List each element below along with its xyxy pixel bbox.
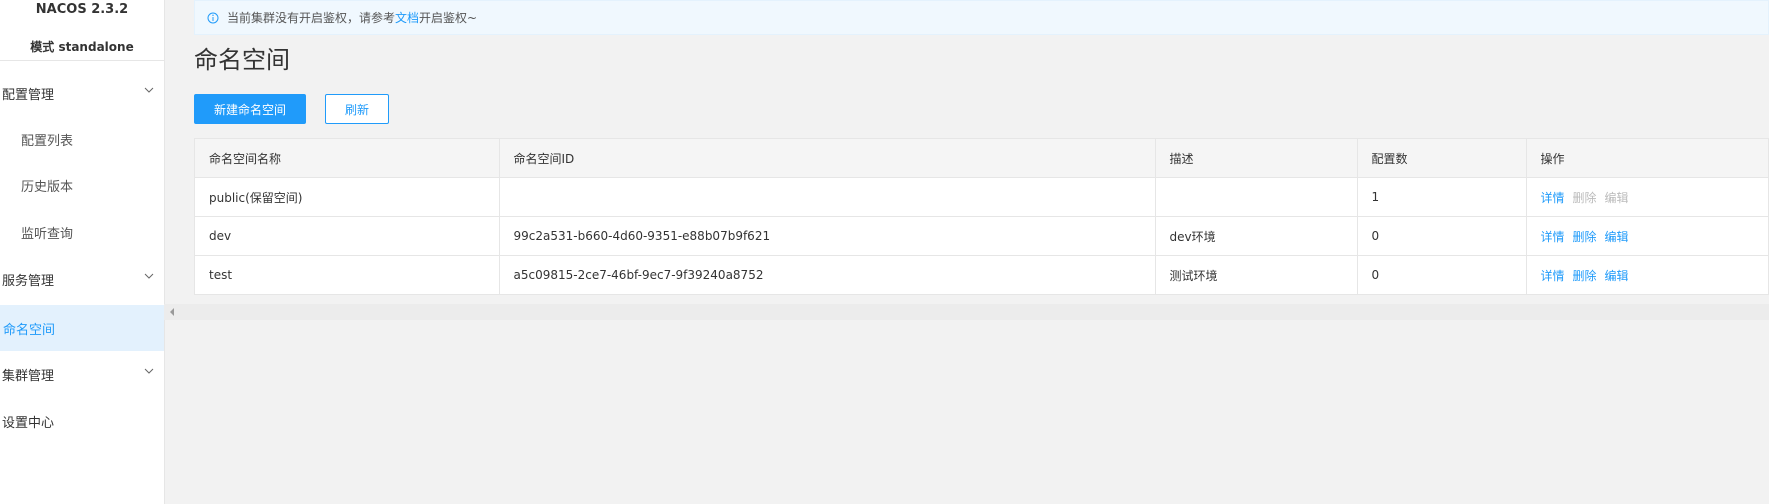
- scroll-left-arrow-icon[interactable]: [170, 308, 174, 316]
- cell-config-count: 0: [1357, 216, 1527, 256]
- cell-namespace-id: a5c09815-2ce7-46bf-9ec7-9f39240a8752: [499, 255, 1156, 294]
- menu-history[interactable]: 历史版本: [0, 162, 164, 208]
- menu-config-management[interactable]: 配置管理: [0, 70, 164, 116]
- edit-link[interactable]: 编辑: [1605, 230, 1629, 244]
- refresh-button[interactable]: 刷新: [325, 94, 389, 124]
- cell-namespace-id: 99c2a531-b660-4d60-9351-e88b07b9f621: [499, 216, 1156, 256]
- cell-operations: 详情 删除 编辑: [1526, 255, 1769, 294]
- menu-config-management-label: 配置管理: [2, 87, 55, 103]
- horizontal-scrollbar[interactable]: [164, 304, 1769, 320]
- header-namespace-name: 命名空间名称: [195, 139, 500, 178]
- menu-listen-query-label: 监听查询: [21, 226, 74, 242]
- cell-config-count: 0: [1357, 255, 1527, 294]
- menu-settings[interactable]: 设置中心: [0, 398, 164, 444]
- delete-link[interactable]: 删除: [1573, 230, 1597, 244]
- table-header-row: 命名空间名称 命名空间ID 描述 配置数 操作: [195, 139, 1769, 178]
- edit-link[interactable]: 编辑: [1605, 269, 1629, 283]
- cell-description: dev环境: [1155, 216, 1358, 256]
- menu-namespace[interactable]: 命名空间: [0, 305, 164, 351]
- menu-config-list[interactable]: 配置列表: [0, 116, 164, 162]
- cell-namespace-id: [499, 177, 1156, 217]
- menu-listen-query[interactable]: 监听查询: [0, 209, 164, 255]
- page-title: 命名空间: [194, 46, 290, 74]
- menu-namespace-label: 命名空间: [3, 322, 56, 338]
- detail-link[interactable]: 详情: [1541, 191, 1565, 205]
- cell-description: [1155, 177, 1358, 217]
- alert-text-before: 当前集群没有开启鉴权，请参考: [227, 11, 396, 25]
- delete-link-disabled: 删除: [1572, 190, 1597, 205]
- alert-text-after: 开启鉴权~: [419, 11, 478, 25]
- menu-service-management[interactable]: 服务管理: [0, 256, 164, 302]
- cell-namespace-name: test: [195, 255, 500, 294]
- cell-namespace-name: dev: [195, 216, 500, 256]
- cell-operations: 详情 删除 编辑: [1526, 177, 1769, 217]
- cell-operations: 详情 删除 编辑: [1526, 216, 1769, 256]
- chevron-down-icon: [144, 87, 154, 93]
- new-namespace-button[interactable]: 新建命名空间: [194, 94, 306, 124]
- table-row: dev 99c2a531-b660-4d60-9351-e88b07b9f621…: [195, 216, 1769, 256]
- menu-config-list-label: 配置列表: [21, 133, 74, 149]
- header-namespace-id: 命名空间ID: [499, 139, 1156, 178]
- menu-cluster-management-label: 集群管理: [2, 368, 55, 384]
- info-icon: [207, 12, 219, 23]
- sidebar: NACOS 2.3.2 模式 standalone 配置管理 配置列表 历史版本…: [0, 0, 165, 504]
- header-description: 描述: [1155, 139, 1358, 178]
- namespace-table: 命名空间名称 命名空间ID 描述 配置数 操作 public(保留空间) 1 详…: [194, 138, 1769, 295]
- detail-link[interactable]: 详情: [1541, 230, 1565, 244]
- menu-service-management-label: 服务管理: [2, 273, 55, 289]
- menu-settings-label: 设置中心: [2, 415, 55, 431]
- menu-cluster-management[interactable]: 集群管理: [0, 351, 164, 397]
- cell-namespace-name: public(保留空间): [195, 177, 500, 217]
- detail-link[interactable]: 详情: [1541, 269, 1565, 283]
- alert-doc-link[interactable]: 文档: [395, 9, 419, 26]
- table-row: test a5c09815-2ce7-46bf-9ec7-9f39240a875…: [195, 255, 1769, 294]
- cell-config-count: 1: [1357, 177, 1527, 217]
- header-config-count: 配置数: [1357, 139, 1527, 178]
- auth-alert: 当前集群没有开启鉴权，请参考 文档 开启鉴权~: [194, 0, 1769, 35]
- delete-link[interactable]: 删除: [1573, 269, 1597, 283]
- menu-history-label: 历史版本: [21, 179, 74, 195]
- chevron-down-icon: [144, 273, 154, 279]
- chevron-down-icon: [144, 368, 154, 374]
- table-row: public(保留空间) 1 详情 删除 编辑: [195, 177, 1769, 217]
- mode-label: 模式 standalone: [0, 22, 164, 61]
- cell-description: 测试环境: [1155, 255, 1358, 294]
- edit-link-disabled: 编辑: [1604, 190, 1629, 205]
- header-operations: 操作: [1526, 139, 1769, 178]
